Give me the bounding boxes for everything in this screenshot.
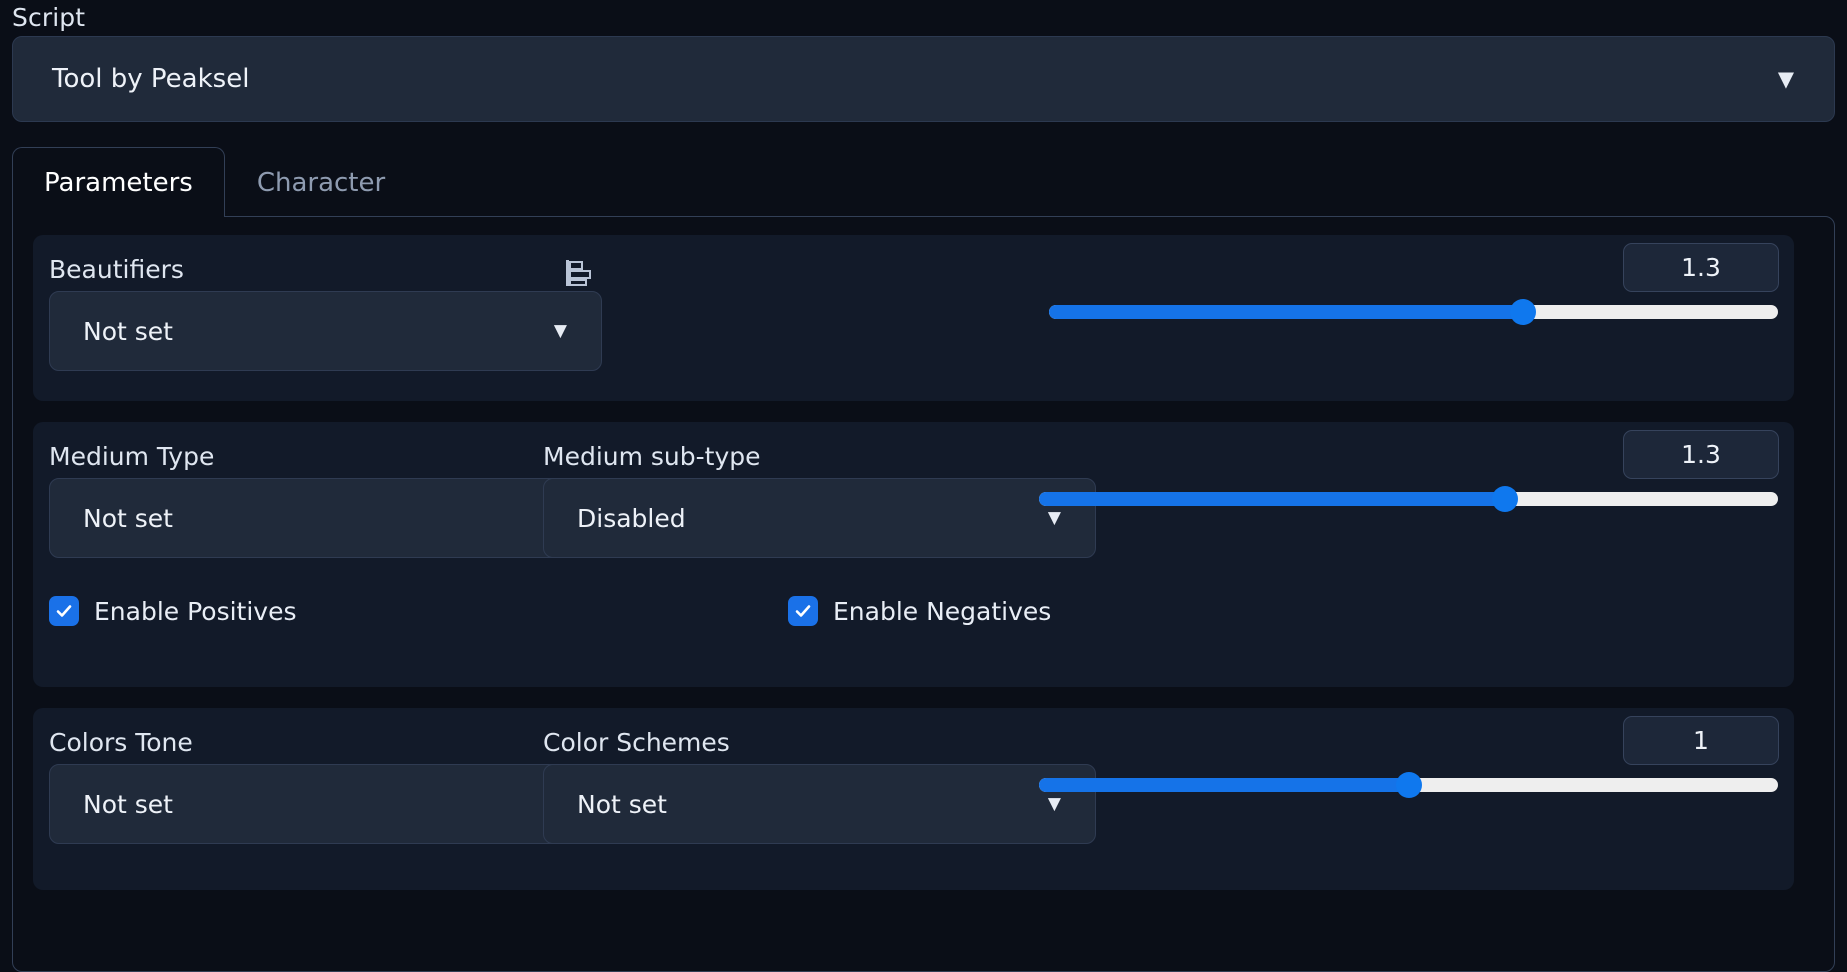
- color-schemes-dropdown[interactable]: Not set ▼: [543, 764, 1096, 844]
- medium-subtype-dropdown[interactable]: Disabled ▼: [543, 478, 1096, 558]
- chevron-down-icon: ▼: [1048, 796, 1061, 813]
- tab-parameters[interactable]: Parameters: [12, 147, 225, 217]
- script-dropdown-value: Tool by Peaksel: [52, 64, 249, 94]
- chevron-down-icon: ▼: [1048, 510, 1061, 527]
- colors-card: Colors Tone Not set ▼ Color Schemes Not …: [33, 708, 1794, 890]
- tab-character[interactable]: Character: [225, 147, 417, 217]
- enable-negatives-label: Enable Negatives: [833, 597, 1051, 626]
- medium-card: Medium Type Not set ▼ Medium sub-type Di…: [33, 422, 1794, 687]
- slider-thumb[interactable]: [1396, 772, 1422, 798]
- tab-bar: Parameters Character: [12, 147, 417, 217]
- slider-fill: [1039, 778, 1409, 792]
- color-schemes-label: Color Schemes: [543, 728, 1096, 757]
- medium-value-box[interactable]: 1.3: [1623, 430, 1779, 479]
- medium-checkbox-row: Enable Positives Enable Negatives: [49, 596, 1049, 636]
- enable-positives-label: Enable Positives: [94, 597, 297, 626]
- color-schemes-dropdown-value: Not set: [577, 790, 667, 819]
- colors-tone-label: Colors Tone: [49, 728, 602, 757]
- script-dropdown[interactable]: Tool by Peaksel ▼: [12, 36, 1835, 122]
- medium-subtype-dropdown-value: Disabled: [577, 504, 686, 533]
- slider-fill: [1039, 492, 1505, 506]
- medium-slider[interactable]: [1039, 492, 1778, 506]
- colors-slider[interactable]: [1039, 778, 1778, 792]
- script-label: Script: [12, 3, 85, 32]
- beautifiers-dropdown-value: Not set: [83, 317, 173, 346]
- medium-type-dropdown-value: Not set: [83, 504, 173, 533]
- beautifiers-slider[interactable]: [1049, 305, 1778, 319]
- script-parameters-panel: Script Tool by Peaksel ▼ Parameters Char…: [0, 0, 1847, 972]
- color-schemes-field: Color Schemes Not set ▼: [543, 728, 1096, 844]
- medium-type-label: Medium Type: [49, 442, 602, 471]
- enable-negatives-checkbox[interactable]: Enable Negatives: [788, 596, 1051, 626]
- slider-thumb[interactable]: [1492, 486, 1518, 512]
- beautifiers-card: Beautifiers Not set ▼ 1.3: [33, 235, 1794, 401]
- enable-positives-checkbox[interactable]: Enable Positives: [49, 596, 297, 626]
- checkmark-icon: [49, 596, 79, 626]
- slider-fill: [1049, 305, 1523, 319]
- medium-subtype-field: Medium sub-type Disabled ▼: [543, 442, 1096, 558]
- bar-chart-icon[interactable]: [565, 258, 591, 288]
- colors-tone-field: Colors Tone Not set ▼: [49, 728, 602, 844]
- beautifiers-label: Beautifiers: [49, 255, 602, 284]
- parameters-panel-body: Beautifiers Not set ▼ 1.3: [12, 216, 1835, 972]
- slider-thumb[interactable]: [1510, 299, 1536, 325]
- chevron-down-icon: ▼: [554, 323, 567, 340]
- chevron-down-icon: ▼: [1778, 69, 1794, 90]
- checkmark-icon: [788, 596, 818, 626]
- colors-tone-dropdown[interactable]: Not set ▼: [49, 764, 602, 844]
- beautifiers-dropdown[interactable]: Not set ▼: [49, 291, 602, 371]
- medium-subtype-label: Medium sub-type: [543, 442, 1096, 471]
- colors-tone-dropdown-value: Not set: [83, 790, 173, 819]
- tab-character-label: Character: [257, 168, 385, 198]
- tab-parameters-label: Parameters: [44, 168, 193, 198]
- beautifiers-field: Beautifiers Not set ▼: [49, 255, 602, 371]
- colors-value-box[interactable]: 1: [1623, 716, 1779, 765]
- medium-type-field: Medium Type Not set ▼: [49, 442, 602, 558]
- beautifiers-value-box[interactable]: 1.3: [1623, 243, 1779, 292]
- medium-type-dropdown[interactable]: Not set ▼: [49, 478, 602, 558]
